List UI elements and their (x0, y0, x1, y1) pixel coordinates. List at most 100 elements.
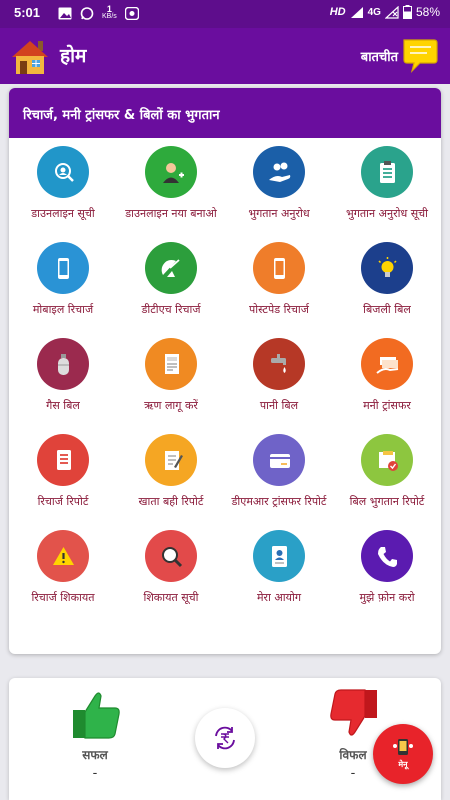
services-card: रिचार्ज, मनी ट्रांसफर & बिलों का भुगतान … (9, 88, 441, 654)
service-icon-circle (37, 146, 89, 198)
service-label: भुगतान अनुरोध सूची (345, 207, 429, 220)
menu-fab-button[interactable]: मेनू (373, 724, 433, 784)
service-tile-team-search[interactable]: डाउनलाइन सूची (9, 146, 117, 221)
satellite-dish-icon (161, 258, 180, 277)
add-user-icon (162, 162, 184, 183)
clipboard-list-icon (379, 160, 395, 183)
service-label: बिल भुगतान रिपोर्ट (349, 495, 425, 508)
service-icon-circle (253, 338, 305, 390)
service-tile-gas-cylinder[interactable]: गैस बिल (9, 338, 117, 413)
status-system-icons: HD 4G 58% (330, 5, 440, 19)
service-tile-mobile[interactable]: मोबाइल रिचार्ज (9, 242, 117, 317)
service-tile-satellite-dish[interactable]: डीटीएच रिचार्ज (117, 242, 225, 317)
card-icon (269, 453, 290, 468)
service-icon-circle (253, 530, 305, 582)
app-notification-icon (124, 6, 139, 20)
chat-bubble-icon[interactable] (400, 36, 440, 74)
service-label: शिकायत सूची (143, 591, 199, 604)
report-icon (56, 449, 71, 470)
water-tap-icon (270, 353, 286, 373)
service-label: डीटीएच रिचार्ज (141, 303, 201, 316)
bill-check-icon (378, 450, 398, 471)
service-label: भुगतान अनुरोध (248, 207, 310, 220)
success-label: सफल (82, 748, 108, 762)
service-label: मुझे फ़ोन करो (359, 591, 415, 604)
money-hand-icon (268, 162, 290, 182)
service-tile-ledger[interactable]: खाता बही रिपोर्ट (117, 434, 225, 509)
id-card-icon (271, 545, 287, 567)
data-speed: 1 KB/s (102, 4, 117, 21)
service-tile-water-tap[interactable]: पानी बिल (225, 338, 333, 413)
team-search-icon (54, 162, 74, 182)
loan-document-icon (164, 353, 179, 374)
service-icon-circle (361, 530, 413, 582)
service-tile-phone[interactable]: पोस्टपेड रिचार्ज (225, 242, 333, 317)
service-icon-circle (37, 434, 89, 486)
whatsapp-icon (80, 6, 94, 20)
service-icon-circle (145, 146, 197, 198)
call-icon (377, 546, 397, 567)
signal-off-icon (384, 5, 399, 19)
service-label: मोबाइल रिचार्ज (32, 303, 94, 316)
status-bar: 5:01 1 KB/s HD 4G 58% (0, 0, 450, 28)
service-tile-loan-document[interactable]: ऋण लागू करें (117, 338, 225, 413)
service-tile-call[interactable]: मुझे फ़ोन करो (333, 530, 441, 605)
magnifier-icon (161, 546, 182, 567)
service-icon-circle (361, 434, 413, 486)
service-tile-money-hand[interactable]: भुगतान अनुरोध (225, 146, 333, 221)
ledger-icon (164, 450, 183, 470)
service-label: खाता बही रिपोर्ट (138, 495, 204, 508)
service-label: मनी ट्रांसफर (363, 399, 411, 412)
service-tile-warning[interactable]: रिचार्ज शिकायत (9, 530, 117, 605)
service-label: पानी बिल (259, 399, 299, 412)
service-icon-circle (361, 242, 413, 294)
service-label: रिचार्ज रिपोर्ट (37, 495, 89, 508)
light-bulb-icon (377, 256, 397, 277)
service-label: रिचार्ज शिकायत (31, 591, 95, 604)
service-tile-clipboard-list[interactable]: भुगतान अनुरोध सूची (333, 146, 441, 221)
service-icon-circle (145, 338, 197, 390)
service-tile-card[interactable]: डीएमआर ट्रांसफर रिपोर्ट (225, 434, 333, 509)
service-icon-circle (145, 434, 197, 486)
success-value: - (92, 766, 98, 781)
service-icon-circle (361, 338, 413, 390)
service-tile-bill-check[interactable]: बिल भुगतान रिपोर्ट (333, 434, 441, 509)
service-icon-circle (37, 530, 89, 582)
service-label: डीएमआर ट्रांसफर रिपोर्ट (231, 495, 327, 508)
signal-icon (350, 6, 363, 18)
service-icon-circle (145, 530, 197, 582)
service-tile-magnifier[interactable]: शिकायत सूची (117, 530, 225, 605)
rupee-refresh-icon (215, 726, 235, 750)
service-tile-money-transfer[interactable]: मनी ट्रांसफर (333, 338, 441, 413)
chat-label[interactable]: बातचीत (361, 47, 398, 65)
house-icon[interactable] (10, 37, 50, 75)
service-icon-circle (37, 242, 89, 294)
service-icon-circle (253, 434, 305, 486)
service-icon-circle (37, 338, 89, 390)
service-label: ऋण लागू करें (144, 399, 198, 412)
money-transfer-icon (375, 356, 398, 374)
service-tile-light-bulb[interactable]: बिजली बिल (333, 242, 441, 317)
gas-cylinder-icon (57, 353, 69, 375)
battery-icon (402, 5, 412, 19)
battery-level: 58% (415, 5, 440, 19)
service-label: डाउनलाइन सूची (31, 207, 95, 220)
service-label: डाउनलाइन नया बनाओ (125, 207, 217, 220)
service-label: गैस बिल (46, 399, 80, 412)
refresh-button[interactable] (195, 708, 255, 768)
service-tile-id-card[interactable]: मेरा आयोग (225, 530, 333, 605)
thumbs-down-icon (330, 689, 377, 736)
menu-phone-icon (393, 739, 413, 755)
status-time: 5:01 (14, 5, 41, 20)
service-label: मेरा आयोग (256, 591, 302, 604)
service-tile-report[interactable]: रिचार्ज रिपोर्ट (9, 434, 117, 509)
service-tile-add-user[interactable]: डाउनलाइन नया बनाओ (117, 146, 225, 221)
service-icon-circle (145, 242, 197, 294)
network-type: 4G (367, 6, 381, 18)
service-icon-circle (361, 146, 413, 198)
page-title: होम (60, 45, 87, 67)
thumbs-up-icon (73, 692, 120, 739)
mobile-icon (57, 257, 69, 279)
services-header: रिचार्ज, मनी ट्रांसफर & बिलों का भुगतान (9, 88, 441, 138)
service-label: पोस्टपेड रिचार्ज (249, 303, 309, 316)
